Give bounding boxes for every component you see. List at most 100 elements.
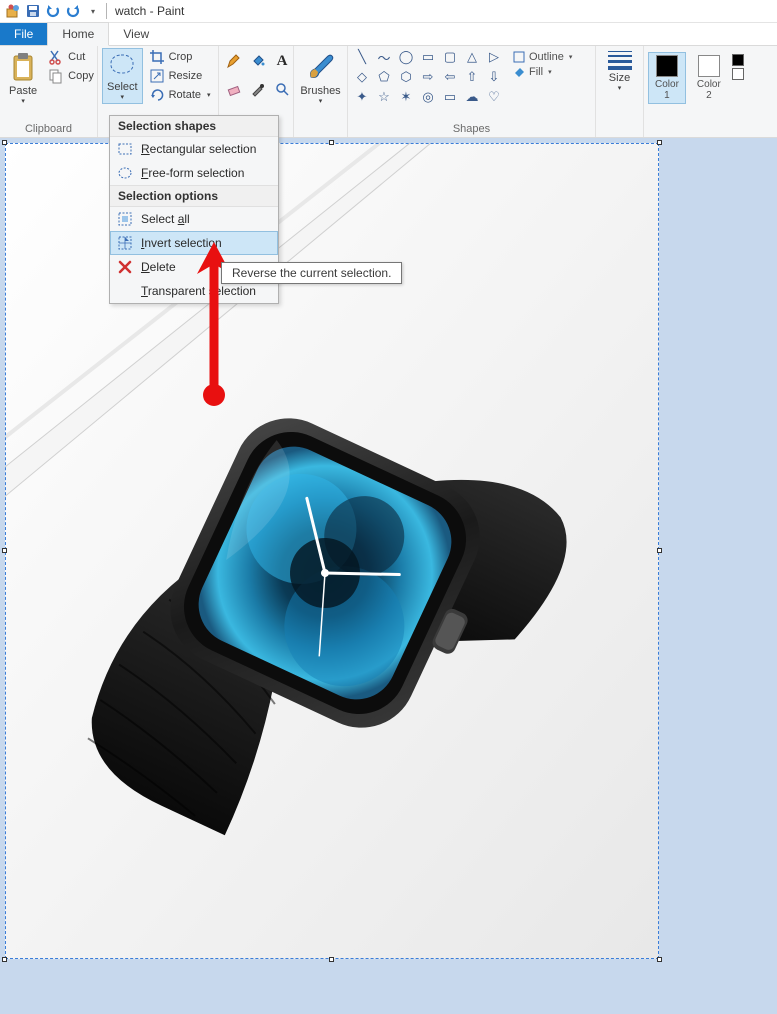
save-icon[interactable] <box>24 2 42 20</box>
magnifier-tool[interactable] <box>271 76 293 102</box>
crop-icon <box>149 49 165 65</box>
pencil-tool[interactable] <box>223 48 245 74</box>
menu-label: Select all <box>141 212 190 226</box>
tools-grid: A <box>223 48 293 102</box>
cut-label: Cut <box>68 51 85 63</box>
fill-label: Fill <box>529 66 543 78</box>
menu-select-all[interactable]: Select all <box>110 207 278 231</box>
caret-icon: ▾ <box>21 97 25 105</box>
cut-button[interactable]: Cut <box>44 48 98 66</box>
rotate-label: Rotate <box>169 89 201 101</box>
app-icon[interactable] <box>4 2 22 20</box>
shape-pentagon[interactable]: ⬠ <box>374 68 394 86</box>
fill-tool[interactable] <box>247 48 269 74</box>
color2-button[interactable]: Color2 <box>690 52 728 104</box>
text-tool[interactable]: A <box>271 48 293 74</box>
resize-handle[interactable] <box>2 548 7 553</box>
shape-star4[interactable]: ✦ <box>352 88 372 106</box>
menu-rectangular-selection[interactable]: Rectangular selection <box>110 137 278 161</box>
shape-triangle[interactable]: ▷ <box>484 48 504 66</box>
shapes-options: Outline ▾ Fill ▾ <box>506 48 572 79</box>
resize-handle[interactable] <box>2 140 7 145</box>
eraser-tool[interactable] <box>223 76 245 102</box>
redo-icon[interactable] <box>64 2 82 20</box>
palette-swatch[interactable] <box>732 68 744 80</box>
color1-button[interactable]: Color1 <box>648 52 686 104</box>
menu-label: Free-form selection <box>141 166 244 180</box>
qat-customize-icon[interactable]: ▾ <box>84 2 102 20</box>
group-shapes: ╲ 〜 ◯ ▭ ▢ △ ▷ ◇ ⬠ ⬡ ⇨ ⇦ ⇧ ⇩ ✦ ☆ ✶ ◎ ▭ ☁ <box>348 46 596 137</box>
select-button[interactable]: Select ▾ <box>102 48 143 104</box>
shape-diamond[interactable]: ◇ <box>352 68 372 86</box>
fill-button[interactable]: Fill ▾ <box>512 65 572 79</box>
shape-polygon[interactable]: △ <box>462 48 482 66</box>
transparent-icon <box>116 282 134 300</box>
group-brushes: Brushes ▾ <box>294 46 348 137</box>
caret-icon: ▾ <box>121 93 125 101</box>
quick-access-toolbar: ▾ <box>4 2 102 20</box>
shape-arrow-l[interactable]: ⇦ <box>440 68 460 86</box>
shape-cloud[interactable]: ☁ <box>462 88 482 106</box>
palette-swatch[interactable] <box>732 54 744 66</box>
shape-curve[interactable]: 〜 <box>374 48 394 66</box>
caret-icon: ▾ <box>207 91 211 99</box>
undo-icon[interactable] <box>44 2 62 20</box>
tab-file[interactable]: File <box>0 23 47 45</box>
paste-icon <box>9 51 37 83</box>
outline-label: Outline <box>529 51 564 63</box>
resize-handle[interactable] <box>329 957 334 962</box>
title-bar: ▾ watch - Paint <box>0 0 777 23</box>
resize-button[interactable]: Resize <box>145 67 215 85</box>
resize-handle[interactable] <box>657 957 662 962</box>
copy-icon <box>48 68 64 84</box>
rotate-button[interactable]: Rotate ▾ <box>145 86 215 104</box>
shape-star6[interactable]: ✶ <box>396 88 416 106</box>
outline-icon <box>512 50 526 64</box>
resize-icon <box>149 68 165 84</box>
shape-arrow-r[interactable]: ⇨ <box>418 68 438 86</box>
invert-selection-icon <box>116 234 134 252</box>
color-palette <box>732 52 744 80</box>
shape-arrow-u[interactable]: ⇧ <box>462 68 482 86</box>
copy-button[interactable]: Copy <box>44 67 98 85</box>
tab-home[interactable]: Home <box>47 22 109 46</box>
shape-arrow-d[interactable]: ⇩ <box>484 68 504 86</box>
size-button[interactable]: Size ▾ <box>601 48 639 95</box>
copy-label: Copy <box>68 70 94 82</box>
shape-star5[interactable]: ☆ <box>374 88 394 106</box>
shape-hexagon[interactable]: ⬡ <box>396 68 416 86</box>
brushes-button[interactable]: Brushes ▾ <box>295 48 345 108</box>
menu-freeform-selection[interactable]: Free-form selection <box>110 161 278 185</box>
menu-invert-selection[interactable]: Invert selection <box>110 231 278 255</box>
cut-icon <box>48 49 64 65</box>
group-clipboard: Paste ▾ Cut Copy Clipboard <box>0 46 98 137</box>
color-picker-tool[interactable] <box>247 76 269 102</box>
window-title: watch - Paint <box>115 4 184 18</box>
shape-oval[interactable]: ◯ <box>396 48 416 66</box>
group-colors: Color1 Color2 <box>644 46 756 137</box>
shape-callout-rect[interactable]: ▭ <box>440 88 460 106</box>
resize-handle[interactable] <box>2 957 7 962</box>
resize-handle[interactable] <box>329 140 334 145</box>
shapes-gallery[interactable]: ╲ 〜 ◯ ▭ ▢ △ ▷ ◇ ⬠ ⬡ ⇨ ⇦ ⇧ ⇩ ✦ ☆ ✶ ◎ ▭ ☁ <box>352 48 504 106</box>
menu-label: Transparent selection <box>141 284 256 298</box>
brush-icon <box>305 51 337 83</box>
menu-label: Invert selection <box>141 236 222 250</box>
paste-button[interactable]: Paste ▾ <box>4 48 42 108</box>
shape-callout-round[interactable]: ◎ <box>418 88 438 106</box>
ribbon-tabs: File Home View <box>0 23 777 46</box>
resize-handle[interactable] <box>657 548 662 553</box>
shape-line[interactable]: ╲ <box>352 48 372 66</box>
shape-roundrect[interactable]: ▢ <box>440 48 460 66</box>
outline-button[interactable]: Outline ▾ <box>512 50 572 64</box>
shape-rect[interactable]: ▭ <box>418 48 438 66</box>
tab-view[interactable]: View <box>109 23 163 45</box>
resize-handle[interactable] <box>657 140 662 145</box>
size-label: Size <box>609 72 630 84</box>
fill-icon <box>512 65 526 79</box>
rotate-icon <box>149 87 165 103</box>
select-label: Select <box>107 81 138 93</box>
shape-heart[interactable]: ♡ <box>484 88 504 106</box>
crop-button[interactable]: Crop <box>145 48 215 66</box>
group-brushes-label <box>298 133 343 137</box>
